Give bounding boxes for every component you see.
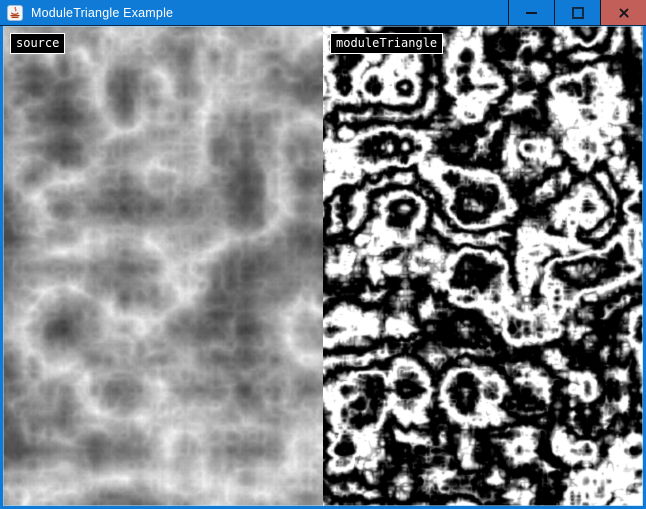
minimize-button[interactable] — [508, 0, 554, 25]
moduletriangle-noise-canvas — [323, 26, 643, 506]
minimize-icon — [526, 12, 537, 14]
window: ModuleTriangle Example source moduleTria… — [0, 0, 646, 509]
maximize-button[interactable] — [554, 0, 600, 25]
close-icon — [618, 7, 630, 19]
panel-source: source — [3, 26, 323, 506]
close-button[interactable] — [600, 0, 646, 25]
source-noise-canvas — [3, 26, 323, 506]
panel-moduletriangle: moduleTriangle — [323, 26, 643, 506]
window-title: ModuleTriangle Example — [31, 6, 173, 20]
window-controls — [508, 0, 646, 25]
titlebar[interactable]: ModuleTriangle Example — [0, 0, 646, 26]
maximize-icon — [572, 7, 584, 19]
panel-label-source: source — [10, 33, 65, 54]
java-cup-icon — [7, 5, 23, 21]
content-area: source moduleTriangle — [3, 26, 643, 506]
panel-label-moduletriangle: moduleTriangle — [330, 33, 443, 54]
